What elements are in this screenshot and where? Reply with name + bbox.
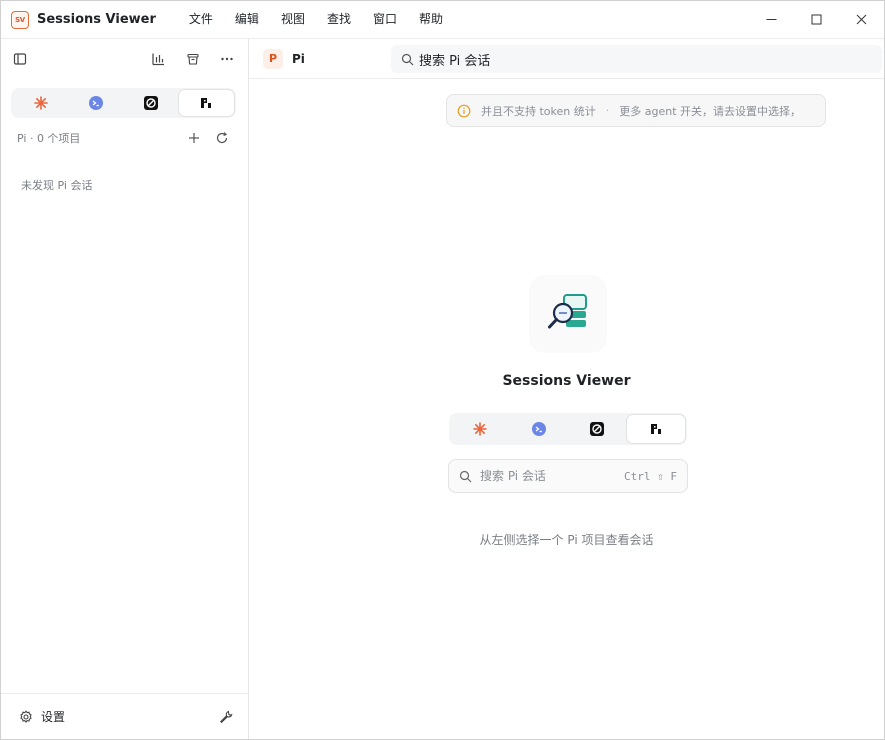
add-project-button[interactable]: [180, 124, 208, 152]
notice-banner: 并且不支持 token 统计 · 更多 agent 开关，请去设置中选择，: [446, 94, 826, 127]
codex-icon: [144, 96, 159, 110]
hero-tab-claude[interactable]: [451, 415, 510, 443]
notice-text-2: 更多 agent 开关，请去设置中选择，: [619, 104, 802, 118]
top-search-bar[interactable]: [391, 45, 882, 73]
maximize-icon: [811, 14, 822, 25]
main-panel: P Pi 并且不支持 token 统计 · 更多 agent 开关，请去设置中选…: [249, 38, 884, 739]
stats-chart-icon: [152, 53, 164, 66]
menu-help[interactable]: 帮助: [408, 1, 454, 38]
search-shortcut-hint: Ctrl ⇧ F: [624, 469, 677, 483]
info-icon: [457, 104, 471, 117]
gear-icon: [20, 709, 32, 723]
hero-tab-codex[interactable]: [568, 415, 627, 443]
more-button[interactable]: [213, 45, 241, 73]
hero-logo: [529, 275, 607, 353]
tools-button[interactable]: [212, 703, 240, 731]
app-logo: SV: [11, 10, 29, 29]
hero-agent-tabs: [449, 413, 687, 445]
sidebar-footer: 设置: [1, 693, 248, 739]
notice-separator: ·: [605, 104, 610, 117]
sidebar-toggle-button[interactable]: [6, 45, 34, 73]
refresh-button[interactable]: [208, 124, 236, 152]
hero-search-box[interactable]: Ctrl ⇧ F: [448, 459, 688, 493]
notice-text-1: 并且不支持 token 统计: [481, 104, 596, 118]
wrench-icon: [220, 710, 233, 724]
session-search-icon: [548, 294, 587, 329]
sidebar-toggle-icon: [13, 53, 27, 65]
window-controls: [749, 1, 884, 38]
stats-button[interactable]: [144, 45, 172, 73]
gemini-icon: [531, 422, 546, 436]
settings-label: 设置: [41, 710, 66, 724]
tab-codex[interactable]: [124, 90, 179, 116]
trash-icon: [187, 53, 199, 65]
agent-chip: P: [263, 48, 283, 69]
refresh-icon: [216, 132, 228, 144]
sidebar-toolbar: [1, 39, 248, 79]
select-project-hint: 从左侧选择一个 Pi 项目查看会话: [479, 533, 654, 547]
search-icon: [459, 470, 472, 482]
codex-icon: [590, 422, 605, 436]
minimize-button[interactable]: [749, 1, 794, 38]
more-icon: [221, 57, 233, 61]
plus-icon: [189, 133, 199, 143]
menu-window[interactable]: 窗口: [362, 1, 408, 38]
hero-tab-gemini[interactable]: [510, 415, 569, 443]
tab-gemini[interactable]: [68, 90, 123, 116]
gemini-icon: [88, 96, 103, 110]
menu-bar: 文件 编辑 视图 查找 窗口 帮助: [178, 1, 454, 38]
asterisk-icon: [473, 422, 488, 436]
trash-button[interactable]: [179, 45, 207, 73]
app-window: SV Sessions Viewer 文件 编辑 视图 查找 窗口 帮助 Pi …: [0, 0, 885, 740]
tab-pi[interactable]: [178, 90, 234, 116]
menu-file[interactable]: 文件: [178, 1, 224, 38]
menu-edit[interactable]: 编辑: [224, 1, 270, 38]
hero-title: Sessions Viewer: [502, 373, 631, 389]
tab-claude[interactable]: [13, 90, 68, 116]
hero-tab-pi[interactable]: [626, 415, 685, 443]
project-count: Pi · 0 个项目: [17, 132, 81, 145]
pi-icon: [201, 98, 212, 108]
sidebar: Pi · 0 个项目 未发现 Pi 会话 设置: [1, 38, 249, 739]
title-bar: SV Sessions Viewer 文件 编辑 视图 查找 窗口 帮助: [1, 1, 884, 38]
agent-title: Pi: [292, 51, 305, 66]
app-title: Sessions Viewer: [37, 12, 156, 27]
empty-sessions-message: 未发现 Pi 会话: [21, 179, 93, 192]
close-icon: [856, 14, 867, 25]
main-header: P Pi: [249, 39, 884, 79]
search-icon: [401, 53, 414, 65]
close-button[interactable]: [839, 1, 884, 38]
hero-search-input[interactable]: [480, 469, 610, 483]
settings-button[interactable]: 设置: [19, 708, 65, 725]
maximize-button[interactable]: [794, 1, 839, 38]
pi-icon: [650, 424, 661, 434]
top-search-input[interactable]: [419, 51, 849, 67]
agent-tabs: [11, 88, 236, 118]
minimize-icon: [766, 19, 777, 20]
menu-view[interactable]: 视图: [270, 1, 316, 38]
menu-find[interactable]: 查找: [316, 1, 362, 38]
asterisk-icon: [33, 96, 48, 110]
